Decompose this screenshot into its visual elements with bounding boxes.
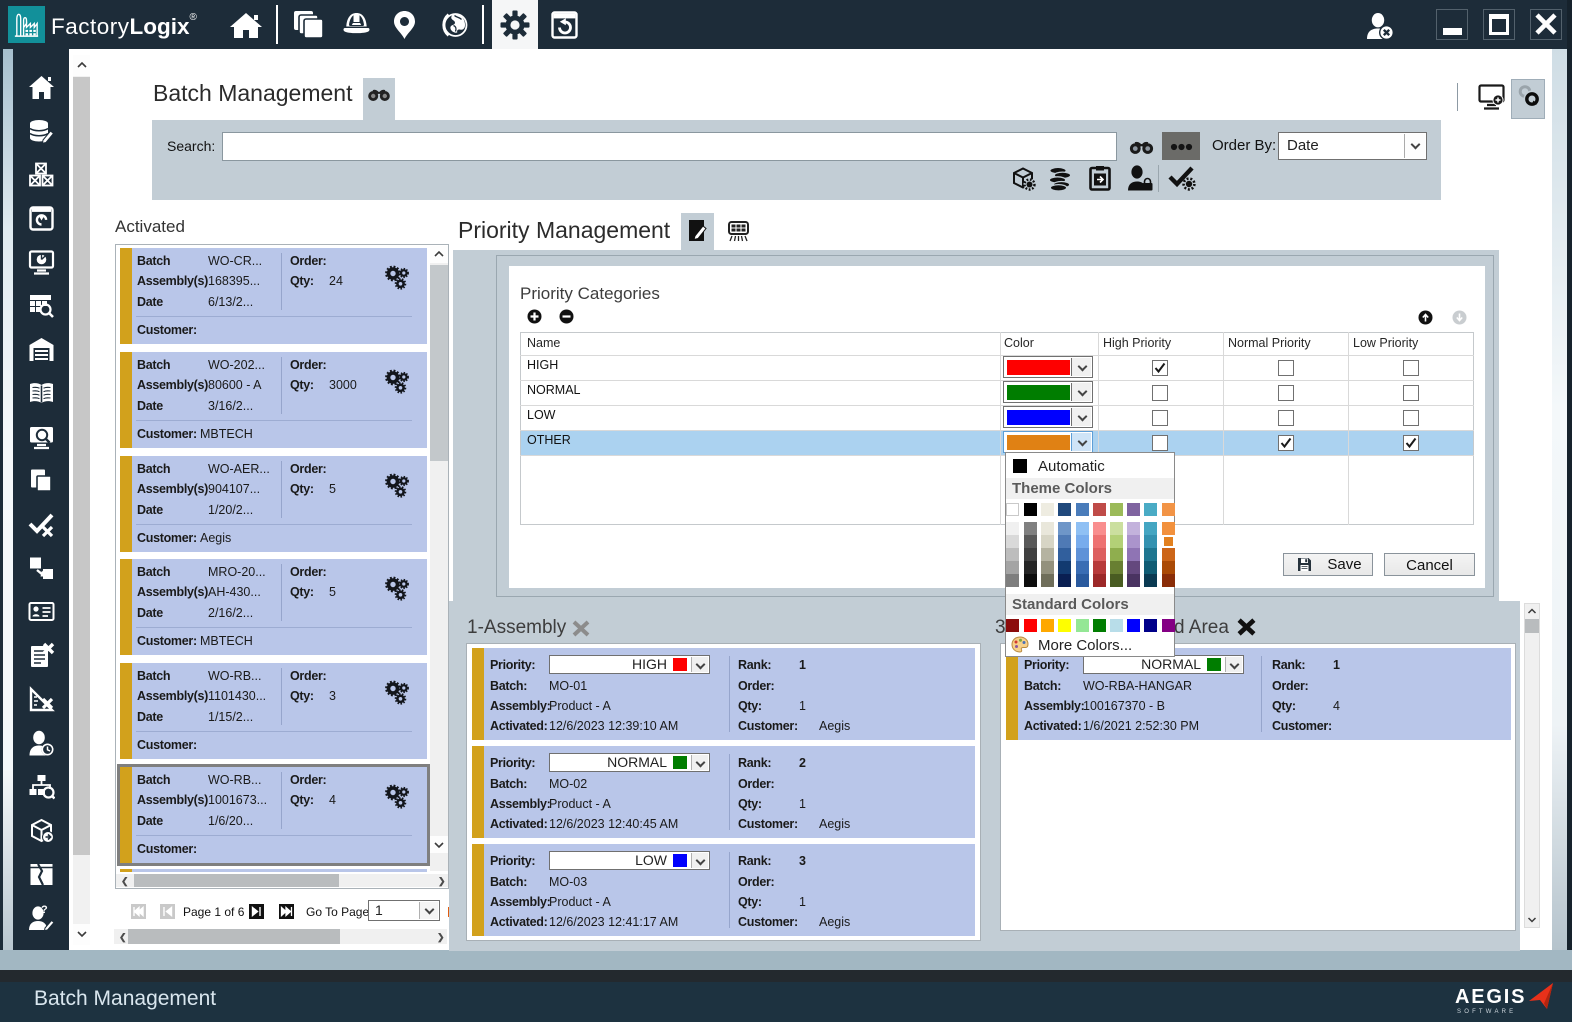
svg-text:?: ? — [41, 904, 48, 916]
